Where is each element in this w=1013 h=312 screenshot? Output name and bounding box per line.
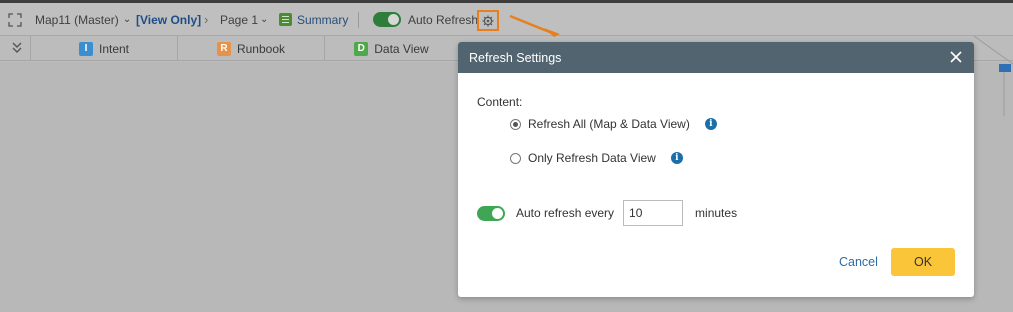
- auto-refresh-every-toggle[interactable]: [477, 205, 505, 221]
- summary-button[interactable]: Summary: [279, 3, 348, 36]
- network-links: [974, 36, 1013, 116]
- info-icon[interactable]: i: [670, 152, 683, 164]
- option-only-data-view-label: Only Refresh Data View: [528, 151, 656, 165]
- map-selector[interactable]: Map11 (Master) ⌄: [35, 3, 131, 36]
- tab-intent-label: Intent: [98, 41, 130, 56]
- tab-intent[interactable]: I Intent: [30, 36, 177, 61]
- map-name-label: Map11 (Master): [35, 12, 119, 27]
- page-selector[interactable]: Page 1 ⌄: [220, 3, 268, 36]
- runbook-icon: R: [216, 41, 231, 56]
- tab-runbook[interactable]: R Runbook: [177, 36, 324, 61]
- option-refresh-all[interactable]: Refresh All (Map & Data View) i: [510, 117, 717, 131]
- tab-data-view[interactable]: D Data View: [324, 36, 458, 61]
- tab-runbook-label: Runbook: [236, 41, 286, 56]
- fullscreen-icon[interactable]: [8, 3, 22, 36]
- refresh-settings-button[interactable]: [477, 10, 499, 31]
- chevron-down-icon: ⌄: [260, 14, 269, 25]
- radio-only-data-view[interactable]: [510, 152, 521, 164]
- refresh-settings-dialog: Refresh Settings Content: Refresh All (M…: [458, 42, 974, 297]
- summary-label: Summary: [297, 12, 349, 27]
- content-label: Content:: [477, 95, 523, 109]
- minutes-label: minutes: [695, 206, 738, 220]
- ok-button[interactable]: OK: [891, 248, 955, 276]
- view-only-badge: [View Only]: [136, 12, 202, 27]
- auto-refresh-row: Auto refresh every minutes: [477, 200, 737, 226]
- chevron-down-icon: ⌄: [122, 14, 132, 25]
- toolbar-divider: [358, 12, 359, 28]
- radio-refresh-all[interactable]: [510, 118, 521, 130]
- option-refresh-all-label: Refresh All (Map & Data View): [528, 117, 690, 131]
- intent-icon: I: [78, 41, 93, 56]
- chevron-right-icon: ›: [204, 12, 209, 27]
- cancel-button[interactable]: Cancel: [839, 255, 878, 269]
- tab-data-view-label: Data View: [374, 41, 429, 56]
- data-view-icon: D: [354, 41, 369, 56]
- info-icon[interactable]: i: [704, 118, 717, 130]
- dialog-header: Refresh Settings: [458, 42, 974, 73]
- auto-refresh-label: Auto Refresh: [408, 12, 479, 27]
- auto-refresh-every-label: Auto refresh every: [516, 206, 615, 220]
- option-only-data-view[interactable]: Only Refresh Data View i: [510, 151, 683, 165]
- page-label: Page 1: [220, 12, 259, 27]
- toggle-switch[interactable]: [373, 12, 401, 27]
- collapse-icon[interactable]: [11, 41, 23, 55]
- pointer-arrow: [509, 14, 560, 37]
- auto-refresh-toggle[interactable]: [373, 3, 401, 36]
- interval-input[interactable]: [623, 200, 684, 226]
- close-icon[interactable]: [948, 49, 964, 65]
- dialog-title: Refresh Settings: [469, 50, 562, 65]
- summary-icon: [279, 13, 292, 26]
- map-toolbar: Map11 (Master) ⌄ [View Only] › Page 1 ⌄ …: [0, 3, 1013, 36]
- gear-icon: [482, 15, 494, 26]
- device-icon[interactable]: [999, 64, 1011, 72]
